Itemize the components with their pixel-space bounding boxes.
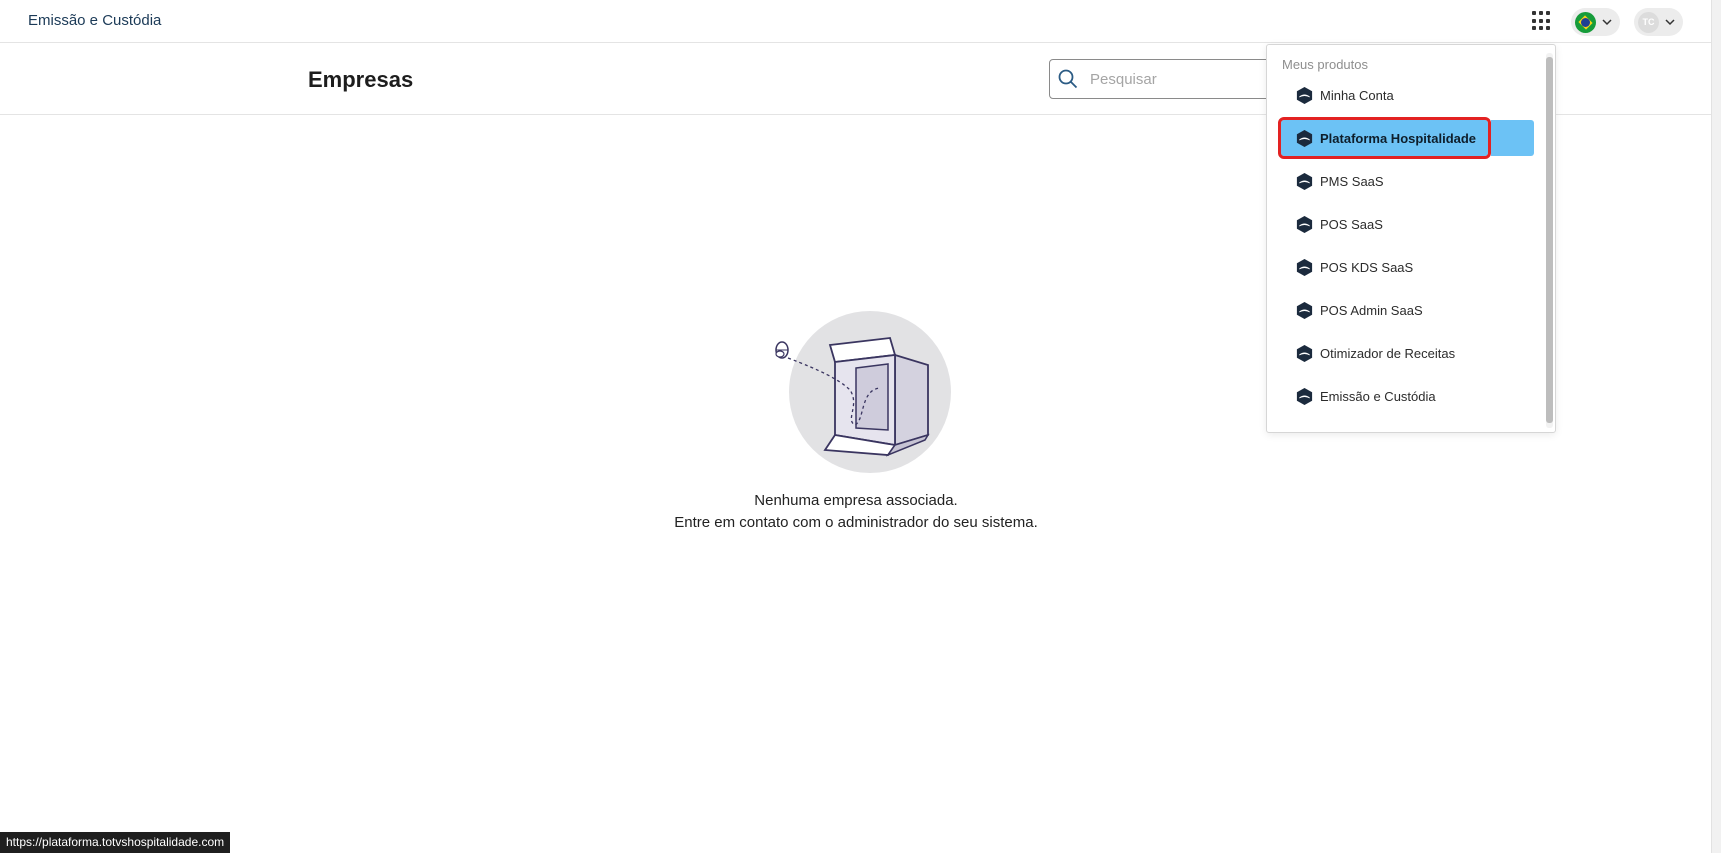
empty-state-message: Nenhuma empresa associada. Entre em cont… — [560, 490, 1152, 534]
search-box[interactable] — [1049, 59, 1279, 99]
status-bar-url: https://plataforma.totvshospitalidade.co… — [0, 832, 231, 853]
product-item-pos-admin-saas[interactable]: POS Admin SaaS — [1281, 292, 1545, 328]
apps-grid-icon[interactable] — [1532, 11, 1552, 31]
products-list: Minha Conta Plataforma Hospitalidade PMS… — [1278, 77, 1545, 421]
search-icon — [1058, 69, 1078, 89]
page: Emissão e Custódia TC Empresas Pesquisar… — [0, 0, 1721, 853]
chevron-down-icon — [1665, 19, 1675, 26]
products-dropdown: Meus produtos Minha Conta Plataforma Hos… — [1266, 44, 1556, 433]
product-logo-icon — [1296, 86, 1313, 104]
top-bar: Emissão e Custódia TC — [0, 0, 1711, 43]
empty-state-line-1: Nenhuma empresa associada. — [754, 492, 958, 509]
empty-box-illustration — [775, 311, 951, 473]
product-logo-icon — [1296, 387, 1313, 405]
empty-state-line-2: Entre em contato com o administrador do … — [674, 514, 1038, 531]
product-item-label: Plataforma Hospitalidade — [1320, 130, 1477, 146]
brazil-flag-icon — [1575, 11, 1596, 33]
product-item-pos-kds-saas[interactable]: POS KDS SaaS — [1281, 249, 1545, 285]
scrollbar-thumb[interactable] — [1546, 57, 1553, 423]
product-item-label: Otimizador de Receitas — [1320, 345, 1456, 361]
page-scrollbar[interactable] — [1711, 0, 1721, 853]
product-logo-icon — [1296, 258, 1313, 276]
page-title: Empresas — [308, 67, 414, 92]
product-item-minha-conta[interactable]: Minha Conta — [1281, 77, 1545, 113]
product-item-plataforma-hospitalidade[interactable]: Plataforma Hospitalidade — [1278, 117, 1534, 159]
product-logo-icon — [1296, 344, 1313, 362]
product-item-otimizador-de-receitas[interactable]: Otimizador de Receitas — [1281, 335, 1545, 371]
product-item-label: POS KDS SaaS — [1320, 259, 1414, 275]
product-item-pos-saas[interactable]: POS SaaS — [1281, 206, 1545, 242]
products-dropdown-title: Meus produtos — [1282, 57, 1368, 72]
product-item-emissao-e-custodia[interactable]: Emissão e Custódia — [1281, 378, 1545, 414]
language-selector[interactable] — [1571, 8, 1620, 36]
avatar: TC — [1638, 11, 1659, 33]
app-title[interactable]: Emissão e Custódia — [28, 12, 161, 29]
search-input[interactable] — [1090, 70, 1260, 88]
product-logo-icon — [1296, 172, 1313, 190]
product-item-label: POS SaaS — [1320, 216, 1383, 232]
chevron-down-icon — [1602, 19, 1612, 26]
user-menu[interactable]: TC — [1634, 8, 1683, 36]
product-item-pms-saas[interactable]: PMS SaaS — [1281, 163, 1545, 199]
product-item-label: PMS SaaS — [1320, 173, 1384, 189]
products-dropdown-scrollbar[interactable] — [1546, 53, 1553, 428]
product-logo-icon — [1296, 215, 1313, 233]
product-item-label: POS Admin SaaS — [1320, 302, 1423, 318]
product-item-label: Minha Conta — [1320, 87, 1394, 103]
product-item-label: Emissão e Custódia — [1320, 388, 1436, 404]
product-logo-icon — [1296, 301, 1313, 319]
product-logo-icon — [1296, 129, 1313, 147]
